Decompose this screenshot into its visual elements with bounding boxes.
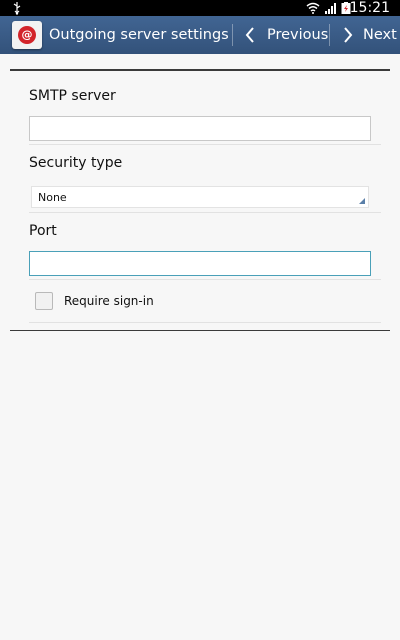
form-bottom-rule — [10, 330, 390, 331]
port-input[interactable] — [29, 251, 371, 276]
smtp-server-label: SMTP server — [29, 88, 116, 104]
signal-icon — [325, 3, 336, 14]
action-bar: @ Outgoing server settings Previous Next — [0, 16, 400, 54]
email-at-icon: @ — [12, 21, 42, 49]
divider — [29, 212, 381, 213]
app-icon-glyph: @ — [18, 26, 36, 44]
divider — [29, 144, 381, 145]
next-button-label: Next — [363, 27, 397, 43]
divider — [29, 279, 381, 280]
wifi-icon — [306, 2, 320, 14]
status-bar: 15:21 — [0, 0, 400, 16]
security-type-select[interactable]: None — [31, 186, 369, 208]
chevron-left-icon — [245, 27, 254, 43]
previous-button[interactable]: Previous — [233, 16, 328, 54]
require-signin-label: Require sign-in — [64, 294, 154, 308]
page-title: Outgoing server settings — [49, 27, 229, 43]
port-label: Port — [29, 223, 57, 239]
divider — [29, 322, 381, 323]
previous-button-label: Previous — [267, 27, 329, 43]
require-signin-checkbox[interactable] — [35, 292, 53, 310]
security-type-label: Security type — [29, 155, 123, 171]
chevron-right-icon — [344, 27, 353, 43]
dropdown-corner-icon — [359, 198, 365, 204]
next-button[interactable]: Next — [330, 16, 400, 54]
smtp-server-input[interactable] — [29, 116, 371, 141]
status-time: 15:21 — [349, 0, 390, 16]
usb-icon — [13, 2, 21, 15]
security-type-value: None — [38, 191, 67, 204]
form-top-rule — [10, 69, 390, 71]
